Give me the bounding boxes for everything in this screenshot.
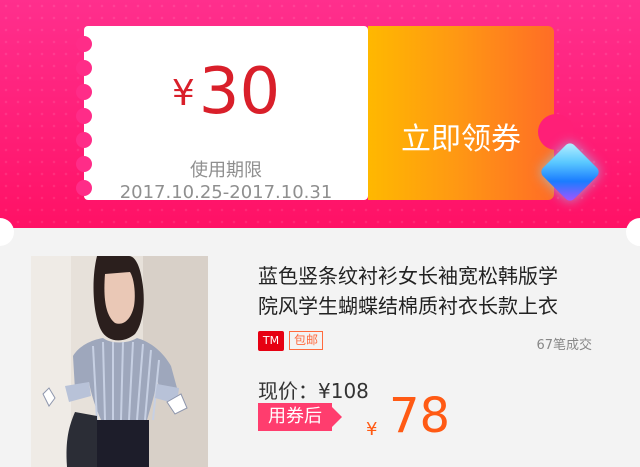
free-shipping-badge: 包邮 — [289, 331, 324, 350]
product-image[interactable] — [31, 256, 208, 467]
after-coupon-badge: 用券后 — [258, 403, 342, 431]
claim-coupon-button[interactable]: 立即领券 — [368, 26, 574, 200]
scallop-notch — [76, 36, 92, 52]
product-title-line1[interactable]: 蓝色竖条纹衬衫女长袖宽松韩版学 — [258, 260, 558, 289]
validity-dates: 2017.10.25-2017.10.31 — [119, 182, 333, 203]
coupon-amount: ¥30 — [84, 60, 368, 124]
final-price: 78 — [389, 388, 451, 444]
claim-coupon-label: 立即领券 — [401, 122, 521, 157]
product-title-line2[interactable]: 院风学生蝴蝶结棉质衬衣长款上衣 — [258, 290, 558, 319]
sales-count: 67笔成交 — [536, 338, 592, 353]
coupon-value: 30 — [198, 55, 281, 129]
scallop-notch — [76, 132, 92, 148]
current-price: 现价：¥108 — [258, 379, 369, 403]
coupon-card: ¥30 使用期限 2017.10.25-2017.10.31 — [76, 26, 368, 203]
validity-label: 使用期限 — [190, 160, 262, 181]
final-price-currency: ¥ — [366, 419, 378, 440]
model-photo-icon — [31, 256, 208, 467]
coupon-currency: ¥ — [171, 73, 195, 114]
tmall-icon: TM — [258, 331, 284, 351]
